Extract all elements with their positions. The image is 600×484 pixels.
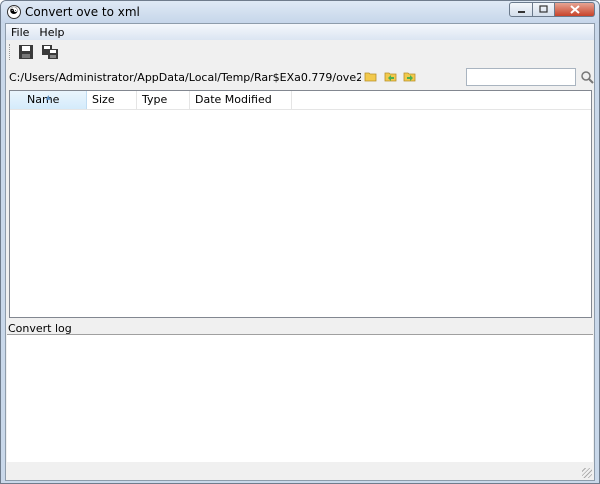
folder-back-icon [384, 72, 397, 82]
column-header-name[interactable]: ▲ Name [10, 91, 87, 109]
save-button[interactable] [17, 44, 35, 60]
status-bar [6, 462, 594, 480]
maximize-icon [539, 5, 548, 13]
convert-log-area[interactable] [7, 334, 593, 462]
close-icon [569, 5, 580, 14]
title-bar[interactable]: ☯ Convert ove to xml [1, 1, 599, 23]
open-folder-icon [364, 72, 377, 82]
app-icon: ☯ [7, 5, 21, 19]
sort-arrow-icon: ▲ [46, 94, 51, 101]
save-all-icon [42, 45, 58, 59]
folder-back-button[interactable] [384, 71, 398, 83]
window-title: Convert ove to xml [25, 5, 140, 19]
column-header-date-modified[interactable]: Date Modified [190, 91, 292, 109]
menu-bar: File Help [6, 24, 594, 40]
save-all-button[interactable] [41, 44, 59, 60]
search-input[interactable] [466, 68, 576, 86]
maximize-button[interactable] [533, 2, 555, 17]
menu-file[interactable]: File [6, 26, 34, 39]
folder-forward-button[interactable] [403, 71, 417, 83]
client-area: File Help C:/Users/Administrator/AppData… [5, 23, 595, 481]
open-folder-button[interactable] [364, 71, 378, 83]
column-header-size[interactable]: Size [87, 91, 137, 109]
search-button[interactable] [580, 70, 594, 84]
column-header-type[interactable]: Type [137, 91, 190, 109]
save-icon [19, 45, 33, 59]
path-bar: C:/Users/Administrator/AppData/Local/Tem… [6, 66, 594, 88]
window-controls [509, 2, 595, 17]
app-window: ☯ Convert ove to xml File Help C:/Users/… [0, 0, 600, 484]
toolbar-grip[interactable] [9, 44, 12, 60]
close-button[interactable] [555, 2, 595, 17]
file-list[interactable]: ▲ Name Size Type Date Modified [9, 90, 592, 318]
minimize-button[interactable] [509, 2, 533, 17]
folder-forward-icon [403, 72, 416, 82]
search-icon [581, 71, 594, 84]
file-list-header: ▲ Name Size Type Date Modified [10, 91, 591, 110]
path-field[interactable]: C:/Users/Administrator/AppData/Local/Tem… [9, 71, 361, 84]
resize-grip[interactable] [582, 468, 592, 478]
menu-help[interactable]: Help [34, 26, 69, 39]
minimize-icon [517, 11, 525, 13]
column-header-name-label: Name [27, 93, 60, 106]
toolbar [6, 41, 594, 63]
